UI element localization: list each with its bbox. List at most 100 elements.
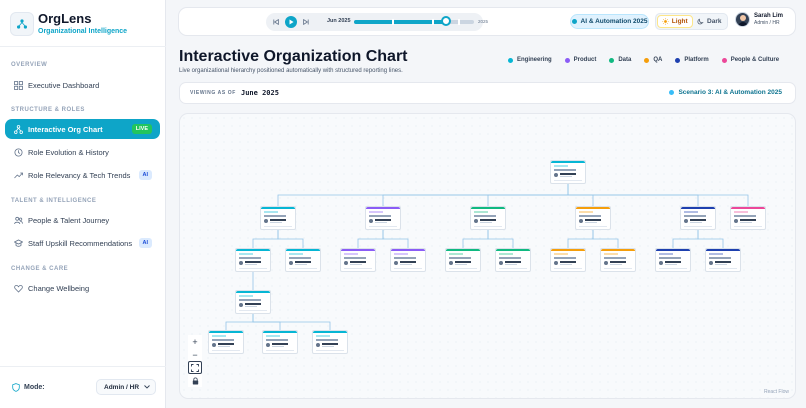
ai-badge: AI <box>138 170 152 180</box>
legend-label: People & Culture <box>730 57 780 63</box>
legend-item-people-culture: People & Culture <box>721 57 780 63</box>
mode-label-wrap: Mode: <box>12 383 45 392</box>
theme-light-button[interactable]: Light <box>657 15 693 28</box>
org-node[interactable] <box>470 206 506 230</box>
sidebar-item-role-relevancy[interactable]: Role Relevancy & Tech Trends AI <box>5 165 160 185</box>
react-flow-attribution[interactable]: React Flow <box>764 389 789 395</box>
org-node[interactable] <box>445 248 481 272</box>
org-node[interactable] <box>730 206 766 230</box>
scenario-dot <box>571 19 577 24</box>
org-node[interactable] <box>575 206 611 230</box>
mode-label: Mode: <box>24 384 45 391</box>
section-talent-intelligence: TALENT & INTELLIGENCE <box>11 198 97 204</box>
legend-item-engineering: Engineering <box>508 57 552 63</box>
timeline-slider[interactable] <box>354 16 474 26</box>
section-change-care: CHANGE & CARE <box>11 266 69 272</box>
org-node[interactable] <box>390 248 426 272</box>
sidebar-item-interactive-org-chart[interactable]: Interactive Org Chart LIVE <box>5 119 160 139</box>
zoom-in-button[interactable]: + <box>188 335 202 348</box>
sidebar-item-label: Interactive Org Chart <box>28 124 103 134</box>
org-node[interactable] <box>235 248 271 272</box>
viewing-scenario-label: Scenario 3: AI & Automation 2025 <box>678 89 782 96</box>
org-node[interactable] <box>600 248 636 272</box>
section-overview: OVERVIEW <box>11 62 48 68</box>
org-node[interactable] <box>208 330 244 354</box>
timeline-handle[interactable] <box>441 16 452 26</box>
sidebar-item-label: People & Talent Journey <box>28 215 110 225</box>
timeline-end-label: 2025 <box>478 19 489 24</box>
scenario-pill[interactable]: AI & Automation 2025 <box>570 14 649 29</box>
timeline-tick <box>458 19 460 25</box>
reporting-line <box>252 230 279 248</box>
mode-value: Admin / HR <box>104 383 140 391</box>
org-node[interactable] <box>260 206 296 230</box>
org-chart-canvas[interactable]: + − React Flow <box>179 113 796 399</box>
sidebar-item-label: Role Relevancy & Tech Trends <box>28 170 131 180</box>
scenario-label: AI & Automation 2025 <box>580 18 648 25</box>
mode-select[interactable]: Admin / HR <box>96 379 156 395</box>
zoom-out-button[interactable]: − <box>188 348 202 361</box>
reporting-line <box>487 184 569 206</box>
org-node[interactable] <box>365 206 401 230</box>
org-node[interactable] <box>550 248 586 272</box>
canvas-controls: + − <box>188 335 202 387</box>
avatar <box>735 12 750 27</box>
legend-item-qa: QA <box>644 57 662 63</box>
brand-divider <box>0 46 166 47</box>
sun-icon <box>661 18 669 25</box>
lock-button[interactable] <box>188 374 202 387</box>
skip-forward-icon[interactable] <box>301 17 311 27</box>
org-node[interactable] <box>340 248 376 272</box>
play-icon[interactable] <box>285 16 297 28</box>
user-name: Sarah Lim <box>754 12 784 19</box>
sidebar-item-staff-upskill[interactable]: Staff Upskill Recommendations AI <box>5 233 160 253</box>
department-legend: Engineering Product Data QA Platform Peo… <box>508 57 779 63</box>
viewing-label: VIEWING AS OF <box>190 90 236 96</box>
timeline-player: Jun 2025 2025 <box>266 13 488 31</box>
org-node[interactable] <box>285 248 321 272</box>
sidebar-item-change-wellbeing[interactable]: Change Wellbeing <box>5 278 160 298</box>
brand[interactable]: OrgLens Organizational Intelligence <box>10 11 127 36</box>
sidebar-item-people-talent-journey[interactable]: People & Talent Journey <box>5 210 160 230</box>
history-icon <box>13 147 23 157</box>
mode-bar: Mode: Admin / HR <box>0 366 166 408</box>
org-node[interactable] <box>235 290 271 314</box>
org-node[interactable] <box>705 248 741 272</box>
theme-dark-button[interactable]: Dark <box>693 15 727 28</box>
legend-item-platform: Platform <box>675 57 709 63</box>
timeline-tick <box>392 19 394 25</box>
sidebar-item-label: Role Evolution & History <box>28 147 109 157</box>
fit-view-icon <box>191 363 199 372</box>
reporting-line <box>697 230 724 248</box>
legend-swatch <box>508 57 513 63</box>
reporting-line <box>252 314 331 330</box>
skip-back-icon[interactable] <box>271 17 281 27</box>
org-node[interactable] <box>312 330 348 354</box>
page-subtitle: Live organizational hierarchy positioned… <box>179 68 403 74</box>
legend-label: Platform <box>684 57 709 63</box>
fit-view-button[interactable] <box>188 361 202 374</box>
legend-swatch <box>675 57 681 63</box>
timeline-start-label: Jun 2025 <box>327 18 351 24</box>
section-structure-roles: STRUCTURE & ROLES <box>11 107 85 113</box>
upskill-icon <box>13 238 23 248</box>
user-menu[interactable]: Sarah Lim Admin / HR <box>735 12 783 27</box>
org-node[interactable] <box>495 248 531 272</box>
sidebar-item-role-evolution[interactable]: Role Evolution & History <box>5 142 160 162</box>
reporting-line <box>225 314 254 330</box>
reporting-line <box>462 230 489 248</box>
legend-label: QA <box>653 57 663 63</box>
org-node[interactable] <box>550 160 586 184</box>
org-node[interactable] <box>655 248 691 272</box>
legend-label: Product <box>573 57 597 63</box>
org-node[interactable] <box>680 206 716 230</box>
heart-icon <box>13 283 23 293</box>
reporting-line <box>592 230 619 248</box>
org-node[interactable] <box>262 330 298 354</box>
timeline-tick <box>432 19 434 25</box>
sidebar-item-executive-dashboard[interactable]: Executive Dashboard <box>5 75 160 95</box>
reporting-line <box>357 230 384 248</box>
trend-icon <box>13 170 23 180</box>
reporting-line <box>567 230 594 248</box>
scenario-dot <box>669 90 675 95</box>
